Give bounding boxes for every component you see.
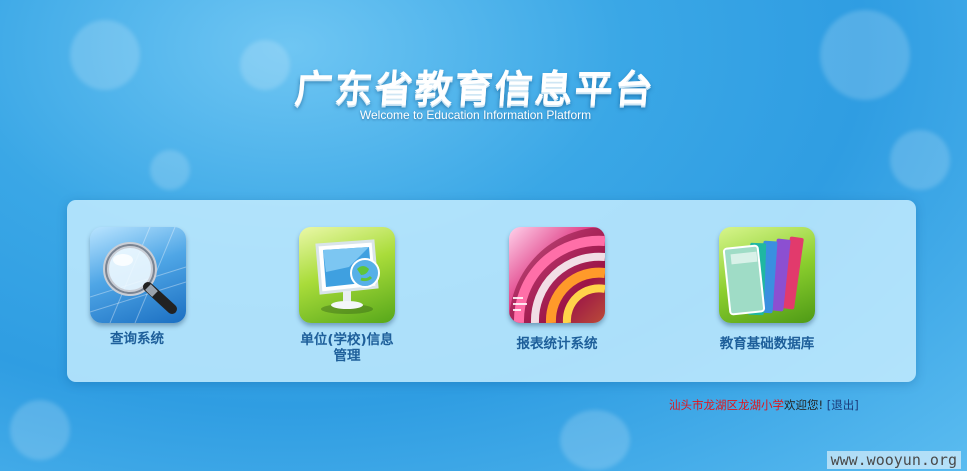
watermark: www.wooyun.org (826, 451, 961, 469)
books-icon[interactable] (719, 227, 815, 323)
monitor-globe-icon[interactable] (299, 227, 395, 323)
tile-label[interactable]: 单位(学校)信息 管理 (262, 332, 432, 364)
school-name: 汕头市龙湖区龙湖小学 (669, 398, 784, 412)
background-bokeh (890, 130, 950, 190)
tile-label[interactable]: 查询系统 (52, 331, 222, 347)
tile-label-line2[interactable]: 管理 (334, 348, 361, 364)
title-wrap: 广东省教育信息平台 (0, 58, 967, 113)
app-panel: 查询系统 单位(学校)信息 管理 报表统计系统 教育基础数据库 (67, 200, 916, 382)
tile-label[interactable]: 教育基础数据库 (682, 336, 852, 352)
tile-label-line1[interactable]: 单位(学校)信息 (300, 332, 393, 348)
page-subtitle: Welcome to Education Information Platfor… (359, 108, 592, 122)
chart-icon[interactable] (509, 227, 605, 323)
magnifier-icon[interactable] (90, 227, 186, 323)
background-bokeh (150, 150, 190, 190)
logout-link[interactable]: [退出] (827, 398, 859, 412)
user-status-line: 汕头市龙湖区龙湖小学欢迎您! [退出] (669, 397, 859, 413)
background-bokeh (560, 410, 630, 470)
welcome-text: 欢迎您! (784, 398, 824, 412)
tile-label[interactable]: 报表统计系统 (472, 336, 642, 352)
page-title: 广东省教育信息平台 (293, 67, 657, 111)
background-bokeh (10, 400, 70, 460)
